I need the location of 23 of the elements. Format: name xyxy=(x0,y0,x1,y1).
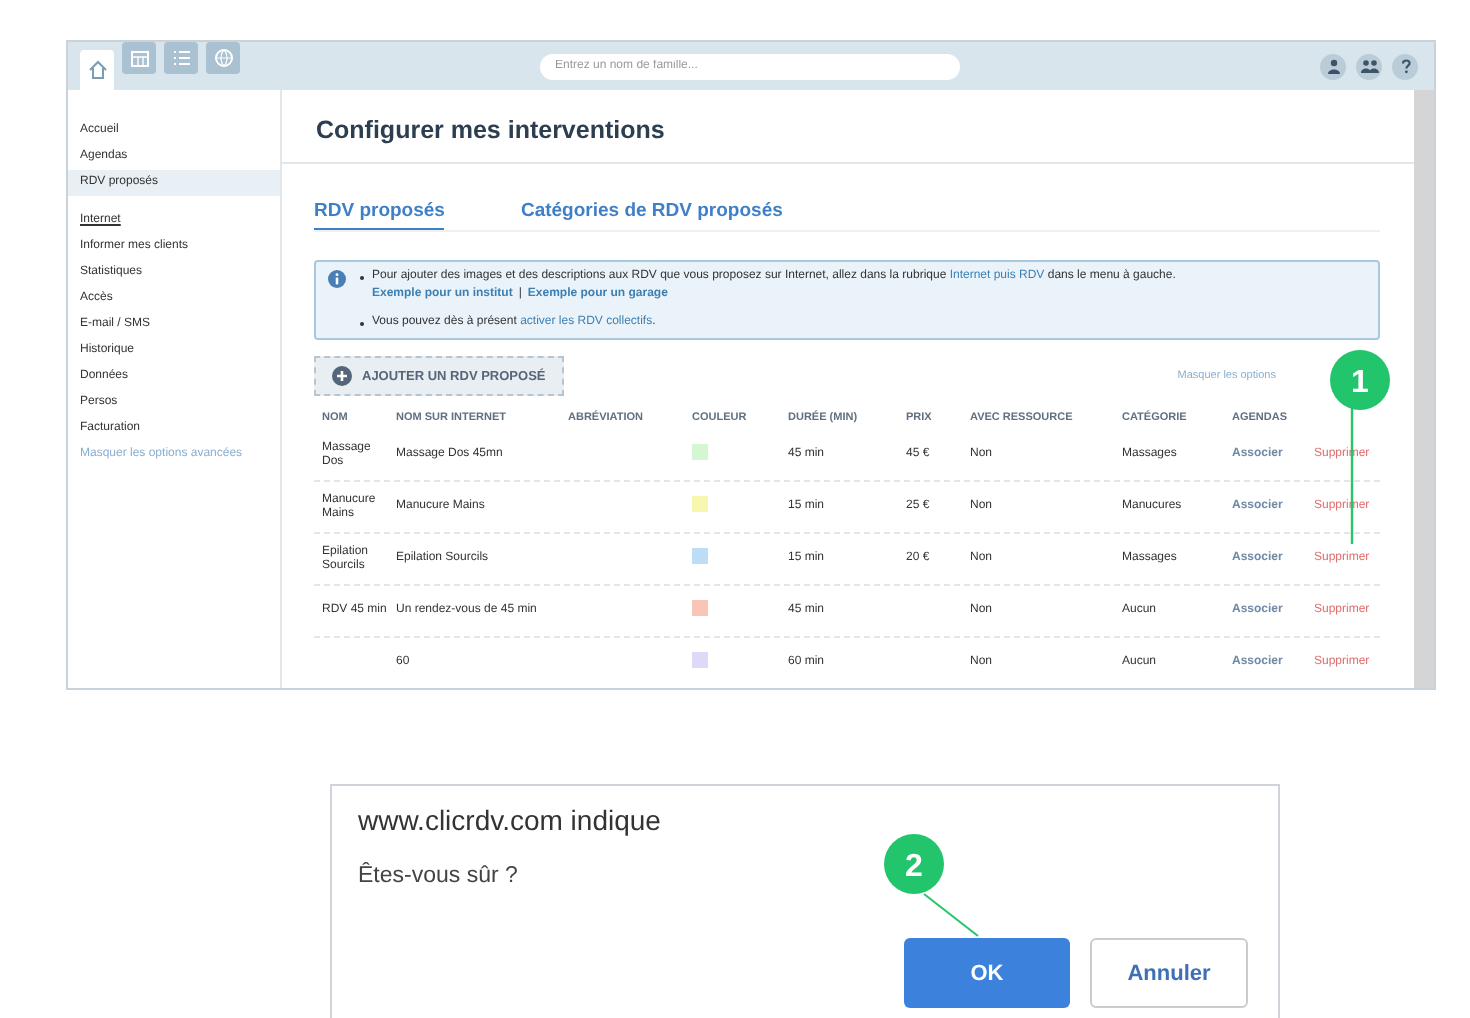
section-tab[interactable]: RDV proposés xyxy=(314,200,445,230)
plus-icon xyxy=(332,366,352,386)
cancel-button[interactable]: Annuler xyxy=(1090,938,1248,1008)
home-icon xyxy=(87,60,107,80)
globe-icon xyxy=(213,48,233,68)
dialog-message: Êtes-vous sûr ? xyxy=(358,864,518,888)
user-icon xyxy=(1325,58,1341,74)
list-icon xyxy=(171,48,191,68)
ok-button[interactable]: OK xyxy=(904,938,1070,1008)
page-title: Configurer mes interventions xyxy=(282,90,1414,164)
help-button[interactable] xyxy=(1392,53,1418,79)
group-button[interactable] xyxy=(1356,53,1382,79)
user-button[interactable] xyxy=(1320,53,1346,79)
toolbar-tab[interactable] xyxy=(206,42,240,74)
toolbar-tab[interactable] xyxy=(80,50,114,90)
group-icon xyxy=(1359,58,1379,74)
dialog-title: www.clicrdv.com indique xyxy=(358,802,663,838)
calendar-icon xyxy=(129,48,149,68)
info-icon xyxy=(328,270,346,288)
toolbar-tab[interactable] xyxy=(122,42,156,74)
help-icon xyxy=(1397,58,1413,74)
section-tab[interactable]: Catégories de RDV proposés xyxy=(520,200,783,230)
toolbar-tab[interactable] xyxy=(164,42,198,74)
